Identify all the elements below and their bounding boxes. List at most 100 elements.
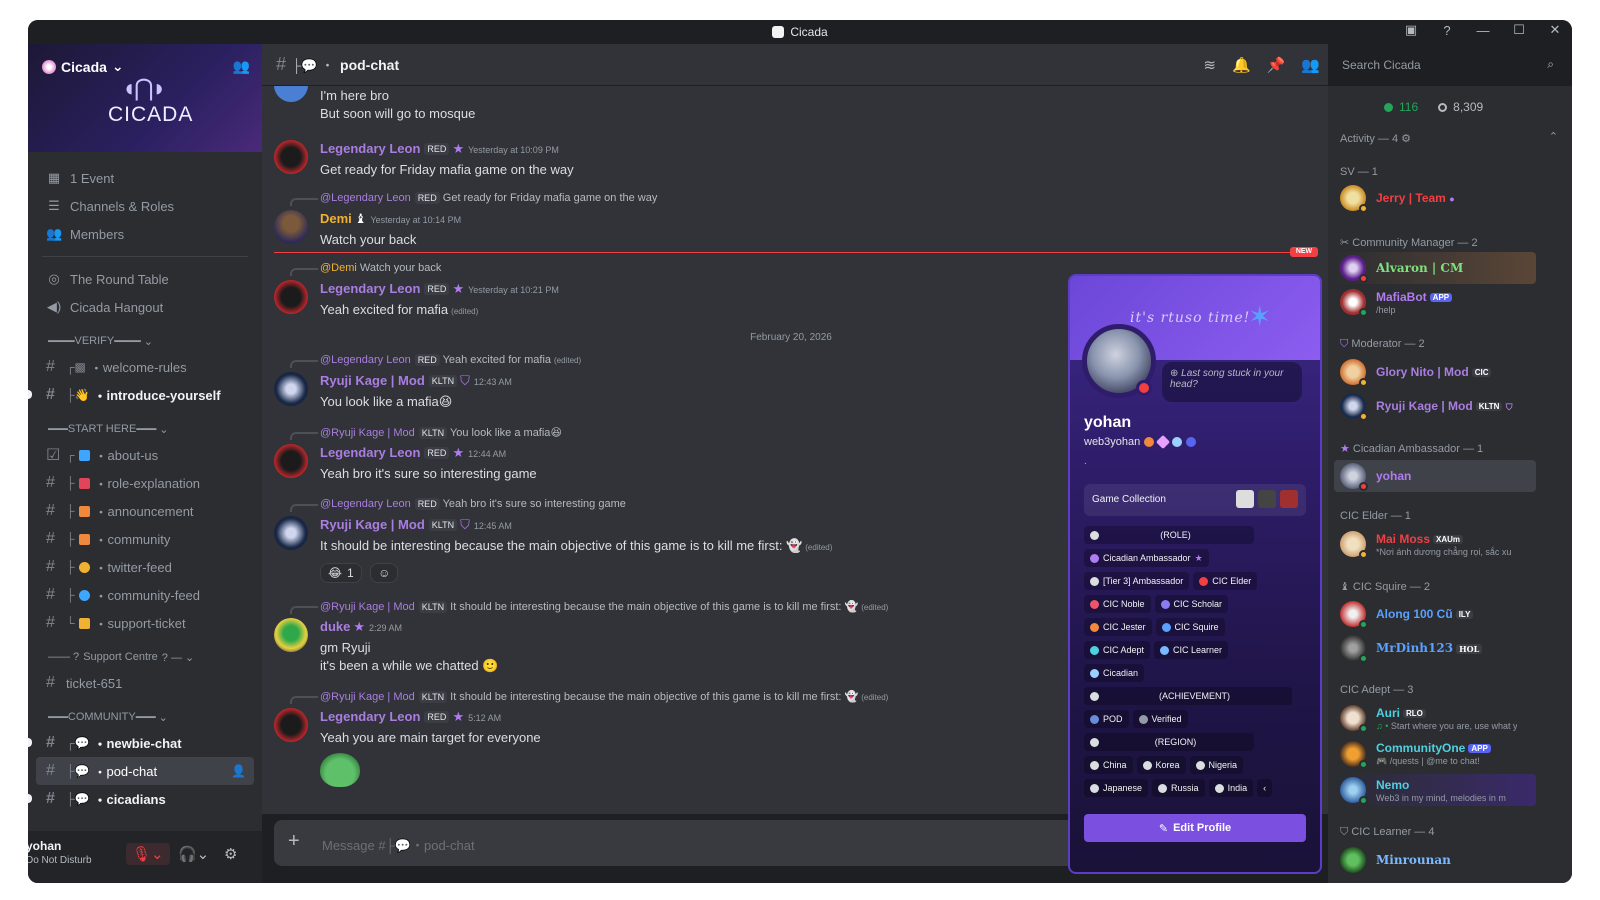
role-pill[interactable]: CIC Jester: [1084, 618, 1152, 636]
user-name[interactable]: yohan: [28, 839, 61, 853]
reply-preview[interactable]: @Ryuji Kage | Mod KLTN You look like a ma…: [320, 426, 562, 440]
role-pill[interactable]: Cicadian Ambassador ★: [1084, 549, 1209, 567]
member-item[interactable]: Alvaron | CM: [1334, 252, 1536, 284]
member-item[interactable]: CommunityOne APP 🎮 /quests | @me to chat!: [1334, 738, 1536, 770]
member-item[interactable]: Jerry | Team ●: [1334, 182, 1536, 214]
add-attachment-icon[interactable]: +: [288, 830, 300, 853]
maximize-button[interactable]: ☐: [1510, 22, 1528, 38]
game-thumbnail[interactable]: [1236, 490, 1254, 508]
role-pill[interactable]: Korea: [1136, 756, 1186, 774]
nav-events[interactable]: ▦ 1 Event: [28, 164, 262, 192]
role-pill[interactable]: CIC Squire: [1155, 618, 1225, 636]
member-item[interactable]: Ryuji Kage | Mod KLTN ⛉: [1334, 390, 1536, 422]
reply-preview[interactable]: @Legendary Leon RED Yeah excited for mafi…: [320, 354, 581, 367]
role-pill[interactable]: (ACHIEVEMENT): [1084, 687, 1292, 705]
notification-bell-icon[interactable]: 🔔: [1232, 56, 1251, 74]
category-start-here[interactable]: ━━━ START HERE ━━━ ⌄: [28, 417, 262, 441]
message-author[interactable]: Legendary Leon: [320, 709, 420, 724]
avatar[interactable]: [274, 444, 308, 478]
add-reaction-button[interactable]: ☺: [370, 563, 399, 583]
avatar[interactable]: [274, 708, 308, 742]
threads-icon[interactable]: ≋: [1203, 56, 1216, 74]
avatar[interactable]: [274, 372, 308, 406]
mute-mic-icon[interactable]: 🎙⌄: [126, 843, 170, 865]
frog-sticker[interactable]: [320, 753, 360, 787]
role-pill[interactable]: Japanese: [1084, 779, 1149, 797]
activity-header[interactable]: Activity — 4 ⚙: [1340, 132, 1411, 145]
edit-profile-button[interactable]: ✎ Edit Profile: [1084, 814, 1306, 842]
category-support[interactable]: —— ? Support Centre ? — ⌄: [28, 645, 262, 669]
voice-round-table[interactable]: ◎ The Round Table: [28, 265, 262, 293]
role-pill[interactable]: CIC Learner: [1154, 641, 1229, 659]
avatar[interactable]: [274, 280, 308, 314]
channel-introduce-yourself[interactable]: # ├👋 ・ introduce-yourself: [28, 381, 254, 409]
profile-custom-status[interactable]: ⊕ Last song stuck in your head?: [1162, 362, 1302, 402]
role-pill[interactable]: CIC Noble: [1084, 595, 1151, 613]
channel-cicadians[interactable]: # ├💬 ・ cicadians: [28, 785, 254, 813]
member-item[interactable]: Nemo Web3 in my mind, melodies in m: [1334, 774, 1536, 806]
role-pill[interactable]: CIC Elder: [1193, 572, 1258, 590]
role-pill[interactable]: [Tier 3] Ambassador: [1084, 572, 1190, 590]
collapse-roles-icon[interactable]: ‹: [1257, 779, 1273, 797]
settings-gear-icon[interactable]: ⚙: [224, 845, 237, 863]
role-pill[interactable]: China: [1084, 756, 1133, 774]
help-icon[interactable]: ?: [1438, 23, 1456, 38]
minimize-button[interactable]: —: [1474, 23, 1492, 38]
close-button[interactable]: ✕: [1546, 22, 1564, 38]
message-author[interactable]: duke: [320, 619, 350, 634]
chevron-up-icon[interactable]: ⌃: [1549, 130, 1558, 143]
channel-role-explanation[interactable]: # ├ ・ role-explanation: [36, 469, 254, 497]
role-pill[interactable]: (REGION): [1084, 733, 1254, 751]
reply-preview[interactable]: @Legendary Leon RED Yeah bro it's sure so…: [320, 498, 626, 511]
member-item[interactable]: Glory Nito | Mod CIC: [1334, 356, 1536, 388]
channel-newbie-chat[interactable]: # ┌💬 ・ newbie-chat: [28, 729, 254, 757]
member-item[interactable]: Mai Moss XAUm *Nơi ánh dương chẳng rọi, sắ…: [1334, 528, 1536, 560]
add-member-icon[interactable]: 👤: [231, 764, 246, 778]
role-pill[interactable]: CIC Adept: [1084, 641, 1151, 659]
message-author[interactable]: Legendary Leon: [320, 445, 420, 460]
server-name-menu[interactable]: Cicada ⌄: [42, 58, 124, 75]
category-verify[interactable]: ━━━━ VERIFY ━━━━ ⌄: [28, 329, 262, 353]
reaction-joy[interactable]: 😂 1: [320, 563, 362, 583]
channel-community[interactable]: # ├ ・ community: [36, 525, 254, 553]
message-author[interactable]: Ryuji Kage | Mod: [320, 517, 425, 532]
role-pill[interactable]: Cicadian: [1084, 664, 1145, 682]
reply-preview[interactable]: @Demi Watch your back: [320, 262, 441, 274]
game-thumbnail[interactable]: [1258, 490, 1276, 508]
member-item[interactable]: Minrounan: [1334, 844, 1536, 876]
reply-preview[interactable]: @Legendary Leon RED Get ready for Friday …: [320, 192, 657, 205]
role-pill[interactable]: CIC Scholar: [1154, 595, 1229, 613]
role-pill[interactable]: Russia: [1152, 779, 1205, 797]
channel-pod-chat[interactable]: # ├💬 ・ pod-chat 👤: [36, 757, 254, 785]
channel-announcement[interactable]: # ├ ・ announcement: [36, 497, 254, 525]
message-author[interactable]: Legendary Leon: [320, 141, 420, 156]
member-item[interactable]: MrDinh123 HOL: [1334, 632, 1536, 664]
game-collection[interactable]: Game Collection: [1084, 484, 1306, 516]
game-thumbnail[interactable]: [1280, 490, 1298, 508]
channel-ticket[interactable]: # ticket-651: [36, 669, 254, 697]
reply-preview[interactable]: @Ryuji Kage | Mod KLTN It should be inter…: [320, 690, 888, 704]
inbox-icon[interactable]: ▣: [1402, 22, 1420, 38]
channel-about-us[interactable]: ☑ ┌ ・ about-us: [36, 441, 254, 469]
message-author[interactable]: Ryuji Kage | Mod: [320, 373, 425, 388]
channel-twitter-feed[interactable]: # ├ ・ twitter-feed: [36, 553, 254, 581]
avatar[interactable]: [274, 140, 308, 174]
avatar[interactable]: [274, 86, 308, 102]
invite-people-icon[interactable]: 👥: [233, 58, 250, 75]
server-banner[interactable]: Cicada ⌄ 👥 ◖⋂◗ CICADA: [28, 44, 262, 152]
message-author[interactable]: Legendary Leon: [320, 281, 420, 296]
avatar[interactable]: [274, 210, 308, 244]
member-item[interactable]: MafiaBot APP/help: [1334, 286, 1536, 318]
role-pill[interactable]: POD: [1084, 710, 1129, 728]
channel-welcome-rules[interactable]: # ┌▩ ・ welcome-rules: [36, 353, 254, 381]
search-input[interactable]: Search Cicada ⌕: [1334, 52, 1562, 78]
message-input[interactable]: Message #├💬・pod-chat: [322, 835, 475, 854]
member-item[interactable]: Along 100 Cũ ILY: [1334, 598, 1536, 630]
member-item[interactable]: yohan: [1334, 460, 1536, 492]
nav-channels-roles[interactable]: ☰ Channels & Roles: [28, 192, 262, 220]
member-list-icon[interactable]: 👥: [1301, 56, 1320, 74]
avatar[interactable]: [274, 516, 308, 550]
role-pill[interactable]: Verified: [1132, 710, 1188, 728]
nav-members[interactable]: 👥 Members: [28, 220, 262, 248]
category-community[interactable]: ━━━ COMMUNITY ━━━ ⌄: [28, 705, 262, 729]
